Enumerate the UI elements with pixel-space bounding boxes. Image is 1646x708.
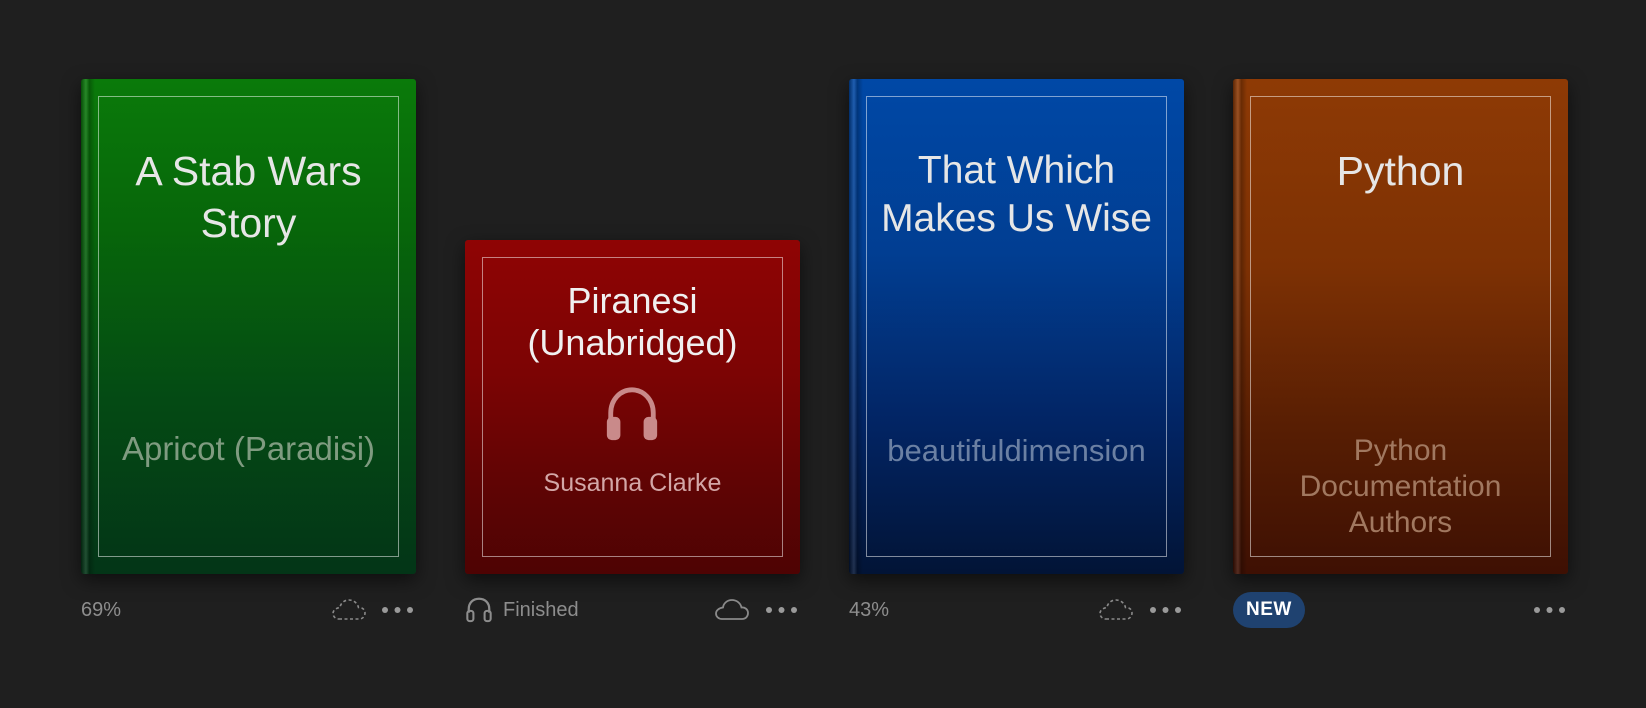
book-card: Piranesi (Unabridged) Susanna Clarke Fin… xyxy=(465,0,800,708)
book-spine xyxy=(1233,79,1247,574)
more-icon[interactable] xyxy=(1148,597,1184,623)
book-title: That Which Makes Us Wise xyxy=(881,149,1152,240)
book-author: Python Documentation Authors xyxy=(1299,434,1502,539)
book-author: Susanna Clarke xyxy=(543,469,722,497)
progress-label: 43% xyxy=(849,599,890,621)
book-cover[interactable]: Piranesi (Unabridged) Susanna Clarke xyxy=(465,240,800,574)
book-title: A Stab Wars Story xyxy=(135,148,362,246)
headphones-icon xyxy=(606,387,658,441)
book-footer: Finished xyxy=(465,595,800,625)
book-author: Apricot (Paradisi) xyxy=(121,430,376,467)
more-icon[interactable] xyxy=(380,597,416,623)
book-card: A Stab Wars Story Apricot (Paradisi) 69% xyxy=(81,0,416,708)
book-title: Piranesi (Unabridged) xyxy=(527,280,738,363)
book-cover[interactable]: A Stab Wars Story Apricot (Paradisi) xyxy=(81,79,416,574)
progress-label: 69% xyxy=(81,599,122,621)
book-cover[interactable]: That Which Makes Us Wise beautifuldimens… xyxy=(849,79,1184,574)
book-card: Python Python Documentation Authors NEW xyxy=(1233,0,1568,708)
headphones-icon xyxy=(466,597,492,623)
book-footer: 69% xyxy=(81,595,416,625)
cloud-dashed-icon[interactable] xyxy=(331,597,367,623)
cloud-icon[interactable] xyxy=(714,597,750,623)
new-badge: NEW xyxy=(1233,592,1305,628)
book-card: That Which Makes Us Wise beautifuldimens… xyxy=(849,0,1184,708)
book-spine xyxy=(81,79,95,574)
book-cover[interactable]: Python Python Documentation Authors xyxy=(1233,79,1568,574)
book-title: Python xyxy=(1336,148,1465,194)
book-spine xyxy=(849,79,863,574)
book-footer: NEW xyxy=(1233,592,1568,628)
book-author: beautifuldimension xyxy=(887,433,1146,468)
more-icon[interactable] xyxy=(764,597,800,623)
status-label: Finished xyxy=(503,599,579,621)
book-footer: 43% xyxy=(849,595,1184,625)
more-icon[interactable] xyxy=(1532,597,1568,623)
cloud-dashed-icon[interactable] xyxy=(1098,597,1134,623)
